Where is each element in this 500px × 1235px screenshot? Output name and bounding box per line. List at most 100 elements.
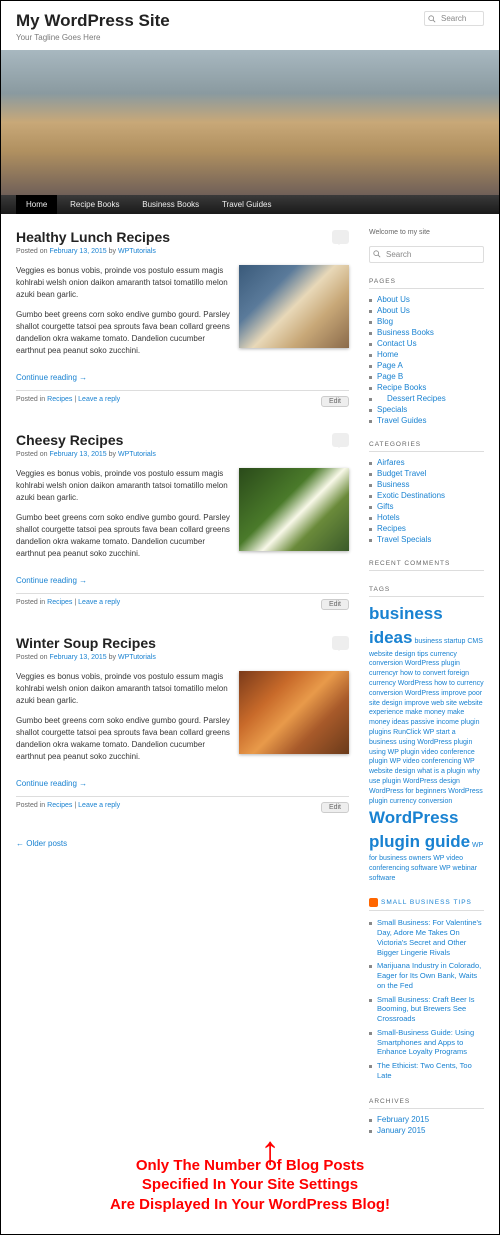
rss-item[interactable]: Marijuana Industry in Colorado, Eager fo… xyxy=(377,961,481,990)
category-link[interactable]: Exotic Destinations xyxy=(377,491,445,500)
post-title[interactable]: Healthy Lunch Recipes xyxy=(16,229,170,245)
older-posts[interactable]: ← Older posts xyxy=(16,839,67,848)
post-meta: Posted on February 13, 2015 by WPTutoria… xyxy=(16,654,349,661)
main-nav: Home Recipe Books Business Books Travel … xyxy=(1,195,499,214)
category-link[interactable]: Airfares xyxy=(377,458,405,467)
category-link[interactable]: Travel Specials xyxy=(377,535,431,544)
rss-item[interactable]: Small Business: Craft Beer Is Booming, b… xyxy=(377,995,475,1024)
nav-travel-guides[interactable]: Travel Guides xyxy=(212,195,282,214)
post: Healthy Lunch Recipes Posted on February… xyxy=(16,229,349,407)
category-link[interactable]: Hotels xyxy=(377,513,400,522)
sidebar-search[interactable]: Search xyxy=(369,246,484,263)
category-link[interactable]: Business xyxy=(377,480,409,489)
rss-list: Small Business: For Valentine's Day, Ado… xyxy=(369,916,484,1082)
rss-item[interactable]: Small-Business Guide: Using Smartphones … xyxy=(377,1028,474,1057)
archive-link[interactable]: January 2015 xyxy=(377,1126,425,1135)
post-author[interactable]: WPTutorials xyxy=(118,654,156,661)
archives-heading: ARCHIVES xyxy=(369,1098,484,1109)
category-link[interactable]: Recipes xyxy=(377,524,406,533)
category-link[interactable]: Gifts xyxy=(377,502,393,511)
header-search[interactable]: Search xyxy=(424,11,484,26)
hero-image xyxy=(1,50,499,195)
tags-heading: TAGS xyxy=(369,586,484,597)
nav-recipe-books[interactable]: Recipe Books xyxy=(60,195,129,214)
comment-icon[interactable] xyxy=(332,636,349,650)
pages-heading: PAGES xyxy=(369,278,484,289)
rss-item[interactable]: Small Business: For Valentine's Day, Ado… xyxy=(377,918,482,956)
post-paragraph: Veggies es bonus vobis, proinde vos post… xyxy=(16,468,231,504)
leave-reply[interactable]: Leave a reply xyxy=(78,599,120,606)
leave-reply[interactable]: Leave a reply xyxy=(78,396,120,403)
continue-reading[interactable]: Continue reading → xyxy=(16,373,349,382)
leave-reply[interactable]: Leave a reply xyxy=(78,802,120,809)
annotation-overlay: ↑ Only The Number Of Blog Posts Specifie… xyxy=(1,1166,499,1235)
category-link[interactable]: Budget Travel xyxy=(377,469,426,478)
nav-home[interactable]: Home xyxy=(16,195,57,214)
tag-link[interactable]: WordPress plugin guide xyxy=(369,808,470,851)
site-header: My WordPress Site Your Tagline Goes Here… xyxy=(1,1,499,50)
categories-heading: CATEGORIES xyxy=(369,441,484,452)
post-date[interactable]: February 13, 2015 xyxy=(49,248,106,255)
continue-reading[interactable]: Continue reading → xyxy=(16,779,349,788)
archive-link[interactable]: February 2015 xyxy=(377,1115,429,1124)
comment-icon[interactable] xyxy=(332,230,349,244)
annotation-line: Specified In Your Site Settings xyxy=(21,1175,479,1195)
page-link[interactable]: Blog xyxy=(377,317,393,326)
page-link[interactable]: Contact Us xyxy=(377,339,417,348)
site-title[interactable]: My WordPress Site xyxy=(16,11,484,31)
page-link[interactable]: Dessert Recipes xyxy=(387,394,446,403)
rss-item[interactable]: The Ethicist: Two Cents, Too Late xyxy=(377,1061,472,1080)
page-link[interactable]: Specials xyxy=(377,405,407,414)
post-date[interactable]: February 13, 2015 xyxy=(49,654,106,661)
sidebar: Welcome to my site Search PAGES About Us… xyxy=(369,229,484,1151)
page-link[interactable]: Travel Guides xyxy=(377,416,427,425)
page-link[interactable]: About Us xyxy=(377,306,410,315)
post-title[interactable]: Winter Soup Recipes xyxy=(16,635,156,651)
post-category[interactable]: Recipes xyxy=(47,599,72,606)
page-link[interactable]: Recipe Books xyxy=(377,383,426,392)
categories-list: Airfares Budget Travel Business Exotic D… xyxy=(369,457,484,545)
edit-button[interactable]: Edit xyxy=(321,599,349,610)
post-paragraph: Veggies es bonus vobis, proinde vos post… xyxy=(16,265,231,301)
post-meta: Posted on February 13, 2015 by WPTutoria… xyxy=(16,451,349,458)
post-paragraph: Gumbo beet greens corn soko endive gumbo… xyxy=(16,715,231,763)
page-link[interactable]: Business Books xyxy=(377,328,434,337)
page-link[interactable]: Page B xyxy=(377,372,403,381)
post-paragraph: Gumbo beet greens corn soko endive gumbo… xyxy=(16,309,231,357)
post-paragraph: Veggies es bonus vobis, proinde vos post… xyxy=(16,671,231,707)
post-thumbnail[interactable] xyxy=(239,671,349,754)
page-link[interactable]: Page A xyxy=(377,361,403,370)
post-paragraph: Gumbo beet greens corn soko endive gumbo… xyxy=(16,512,231,560)
comment-icon[interactable] xyxy=(332,433,349,447)
page-link[interactable]: Home xyxy=(377,350,398,359)
post-thumbnail[interactable] xyxy=(239,265,349,348)
search-icon xyxy=(428,15,436,23)
rss-icon[interactable] xyxy=(369,898,378,907)
tag-link[interactable]: business startup CMS website design tips… xyxy=(369,638,484,805)
welcome-text: Welcome to my site xyxy=(369,229,484,236)
post-thumbnail[interactable] xyxy=(239,468,349,551)
archives-list: February 2015 January 2015 xyxy=(369,1114,484,1136)
search-placeholder: Search xyxy=(441,14,466,23)
edit-button[interactable]: Edit xyxy=(321,396,349,407)
annotation-line: Are Displayed In Your WordPress Blog! xyxy=(21,1195,479,1215)
page-link[interactable]: About Us xyxy=(377,295,410,304)
content-area: Healthy Lunch Recipes Posted on February… xyxy=(16,229,369,1151)
continue-reading[interactable]: Continue reading → xyxy=(16,576,349,585)
recent-comments-heading: RECENT COMMENTS xyxy=(369,560,484,571)
rss-heading-link[interactable]: SMALL BUSINESS TIPS xyxy=(381,899,472,906)
edit-button[interactable]: Edit xyxy=(321,802,349,813)
post: Winter Soup Recipes Posted on February 1… xyxy=(16,635,349,813)
post-category[interactable]: Recipes xyxy=(47,802,72,809)
annotation-line: Only The Number Of Blog Posts xyxy=(21,1156,479,1176)
rss-heading: SMALL BUSINESS TIPS xyxy=(369,898,484,911)
pages-list: About Us About Us Blog Business Books Co… xyxy=(369,294,484,426)
search-icon xyxy=(373,250,381,258)
post-author[interactable]: WPTutorials xyxy=(118,248,156,255)
post: Cheesy Recipes Posted on February 13, 20… xyxy=(16,432,349,610)
post-title[interactable]: Cheesy Recipes xyxy=(16,432,123,448)
nav-business-books[interactable]: Business Books xyxy=(132,195,209,214)
post-category[interactable]: Recipes xyxy=(47,396,72,403)
post-author[interactable]: WPTutorials xyxy=(118,451,156,458)
post-date[interactable]: February 13, 2015 xyxy=(49,451,106,458)
